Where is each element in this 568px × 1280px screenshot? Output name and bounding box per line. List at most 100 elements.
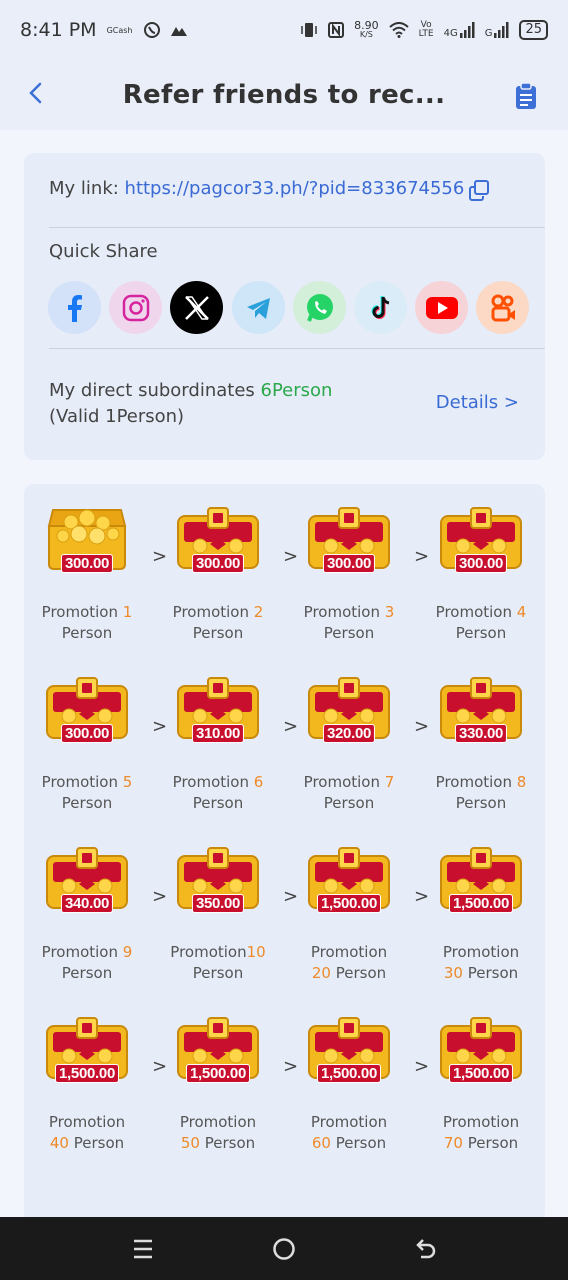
share-x-button[interactable] — [170, 281, 223, 334]
reward-tier[interactable]: 300.00 Promotion 3 Person — [294, 506, 404, 644]
treasure-chest-icon: 300.00 — [174, 506, 262, 584]
quick-share-title: Quick Share — [49, 241, 158, 262]
clipboard-button[interactable] — [514, 82, 538, 110]
back-arrow-icon — [416, 1239, 436, 1259]
reward-tier[interactable]: 1,500.00 Promotion 70 Person — [426, 1016, 536, 1154]
share-kuaishou-button[interactable] — [476, 281, 529, 334]
reward-tier[interactable]: 310.00 Promotion 6 Person — [163, 676, 273, 814]
reward-person-count: 50 — [180, 1134, 200, 1152]
reward-label-prefix: Promotion — [303, 603, 385, 621]
reward-tier[interactable]: 350.00 Promotion10 Person — [163, 846, 273, 984]
share-facebook-button[interactable] — [48, 281, 101, 334]
reward-label-prefix: Promotion — [435, 773, 517, 791]
treasure-chest-icon: 300.00 — [43, 676, 131, 754]
details-link[interactable]: Details > — [436, 392, 519, 413]
treasure-chest-icon: 320.00 — [305, 676, 393, 754]
copy-icon — [469, 180, 489, 201]
treasure-chest-icon: 350.00 — [174, 846, 262, 924]
reward-label-suffix: Person — [192, 964, 244, 982]
reward-label-suffix: Person — [455, 624, 507, 642]
home-button[interactable] — [269, 1234, 299, 1264]
reward-amount: 310.00 — [191, 724, 245, 743]
subordinates-count: 6Person — [260, 380, 333, 401]
vibrate-icon — [301, 23, 317, 37]
reward-tier[interactable]: 330.00 Promotion 8 Person — [426, 676, 536, 814]
kuaishou-icon — [491, 294, 515, 321]
mountain-icon — [170, 27, 187, 36]
reward-amount: 330.00 — [454, 724, 508, 743]
reward-label: Promotion 30 Person — [426, 942, 536, 984]
treasure-chest-icon: 1,500.00 — [43, 1016, 131, 1094]
reward-person-count: 7 — [384, 773, 395, 791]
reward-person-count: 8 — [516, 773, 527, 791]
share-instagram-button[interactable] — [109, 281, 162, 334]
reward-person-count: 40 — [49, 1134, 69, 1152]
reward-person-count: 4 — [516, 603, 527, 621]
signal-icon — [459, 22, 475, 38]
back-button[interactable] — [26, 78, 56, 112]
network-speed: 8.90 K/S — [354, 19, 379, 39]
nfc-icon — [328, 22, 345, 38]
reward-person-count: 60 — [311, 1134, 331, 1152]
reward-tier[interactable]: 1,500.00 Promotion 50 Person — [163, 1016, 273, 1154]
clipboard-icon — [516, 82, 536, 109]
reward-person-count: 9 — [122, 943, 133, 961]
share-whatsapp-button[interactable] — [293, 281, 346, 334]
reward-label: Promotion 8 Person — [426, 772, 536, 814]
reward-label-prefix: Promotion — [310, 1113, 388, 1131]
share-tiktok-button[interactable] — [354, 281, 407, 334]
reward-label: Promotion 1 Person — [32, 602, 142, 644]
my-link-row: My link: https://pagcor33.ph/?pid=833674… — [49, 178, 464, 199]
gcash-icon: GCash — [106, 25, 133, 35]
my-link-url[interactable]: https://pagcor33.ph/?pid=833674556 — [125, 178, 465, 199]
reward-label-prefix: Promotion — [435, 603, 517, 621]
reward-tier[interactable]: 1,500.00 Promotion 20 Person — [294, 846, 404, 984]
instagram-icon — [122, 294, 149, 321]
treasure-chest-icon: 1,500.00 — [305, 846, 393, 924]
reward-tier[interactable]: 340.00 Promotion 9 Person — [32, 846, 142, 984]
reward-label-suffix: Person — [323, 794, 375, 812]
chevron-left-icon — [29, 82, 42, 104]
reward-tier[interactable]: 300.00 Promotion 5 Person — [32, 676, 142, 814]
share-telegram-button[interactable] — [232, 281, 285, 334]
youtube-icon — [425, 296, 458, 319]
reward-amount: 300.00 — [191, 554, 245, 573]
reward-label-prefix: Promotion — [310, 943, 388, 961]
signal-g: G — [485, 22, 510, 39]
reward-label-prefix: Promotion — [442, 943, 520, 961]
recent-apps-button[interactable] — [128, 1234, 158, 1264]
signal-icon-2 — [494, 22, 509, 38]
treasure-chest-icon: 1,500.00 — [437, 846, 525, 924]
reward-tier[interactable]: 300.00 Promotion 2 Person — [163, 506, 273, 644]
reward-amount: 320.00 — [322, 724, 376, 743]
reward-tier[interactable]: 320.00 Promotion 7 Person — [294, 676, 404, 814]
share-youtube-button[interactable] — [415, 281, 468, 334]
x-twitter-icon — [184, 295, 209, 320]
reward-person-count: 20 — [311, 964, 331, 982]
reward-label: Promotion 40 Person — [32, 1112, 142, 1154]
treasure-chest-icon: 300.00 — [437, 506, 525, 584]
reward-amount: 300.00 — [322, 554, 376, 573]
reward-label: Promotion 20 Person — [294, 942, 404, 984]
reward-tier[interactable]: 1,500.00 Promotion 60 Person — [294, 1016, 404, 1154]
reward-tier[interactable]: 1,500.00 Promotion 30 Person — [426, 846, 536, 984]
treasure-chest-icon: 1,500.00 — [174, 1016, 262, 1094]
reward-amount: 350.00 — [191, 894, 245, 913]
reward-tier[interactable]: 300.00 Promotion 4 Person — [426, 506, 536, 644]
promotion-rewards-card: 300.00 Promotion 1 Person >300.00 Promotion… — [24, 484, 545, 1224]
my-link-label: My link: — [49, 178, 125, 199]
reward-amount: 340.00 — [60, 894, 114, 913]
reward-tier[interactable]: 1,500.00 Promotion 40 Person — [32, 1016, 142, 1154]
reward-person-count: 5 — [122, 773, 133, 791]
reward-label: Promotion 5 Person — [32, 772, 142, 814]
reward-label-suffix: Person — [330, 964, 387, 982]
reward-label-prefix: Promotion — [442, 1113, 520, 1131]
reward-person-count: 2 — [253, 603, 264, 621]
reward-person-count: 30 — [443, 964, 463, 982]
back-nav-button[interactable] — [411, 1234, 441, 1264]
reward-amount: 1,500.00 — [449, 894, 513, 913]
reward-tier[interactable]: 300.00 Promotion 1 Person — [32, 506, 142, 644]
open-treasure-chest-icon: 300.00 — [43, 506, 131, 584]
wifi-icon — [388, 22, 409, 38]
copy-link-button[interactable] — [468, 179, 490, 201]
